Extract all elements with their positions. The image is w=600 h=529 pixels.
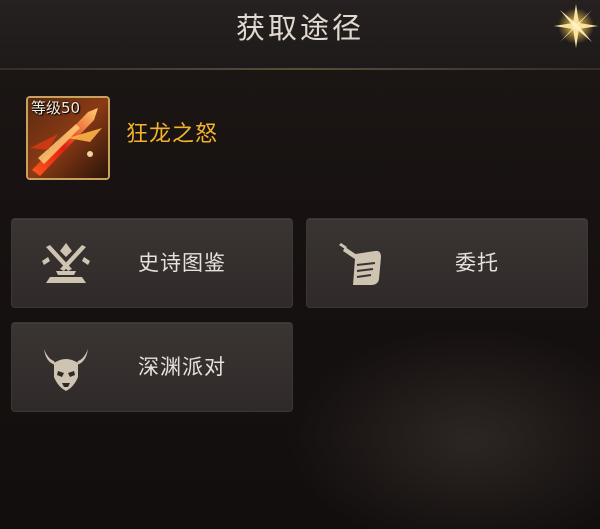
source-label-epic-codex: 史诗图鉴 <box>138 251 226 275</box>
source-button-commission[interactable]: 委托 <box>306 218 588 308</box>
close-button[interactable] <box>548 2 600 52</box>
item-level-badge: 等级50 <box>31 99 81 117</box>
source-label-commission: 委托 <box>455 251 499 275</box>
dialog-title: 获取途径 <box>235 11 364 45</box>
source-label-abyss-party: 深渊派对 <box>138 355 226 379</box>
source-button-epic-codex[interactable]: 史诗图鉴 <box>11 218 293 308</box>
header-divider <box>0 68 600 70</box>
source-button-abyss-party[interactable]: 深渊派对 <box>11 322 293 412</box>
acquisition-dialog: 获取途径 等级50 狂龙之怒 史诗图鉴 委托 深渊派对 <box>0 0 600 529</box>
close-star-icon <box>554 4 598 48</box>
item-slot[interactable]: 等级50 <box>26 96 110 180</box>
item-name: 狂龙之怒 <box>126 122 219 147</box>
dialog-header: 获取途径 <box>0 0 600 68</box>
